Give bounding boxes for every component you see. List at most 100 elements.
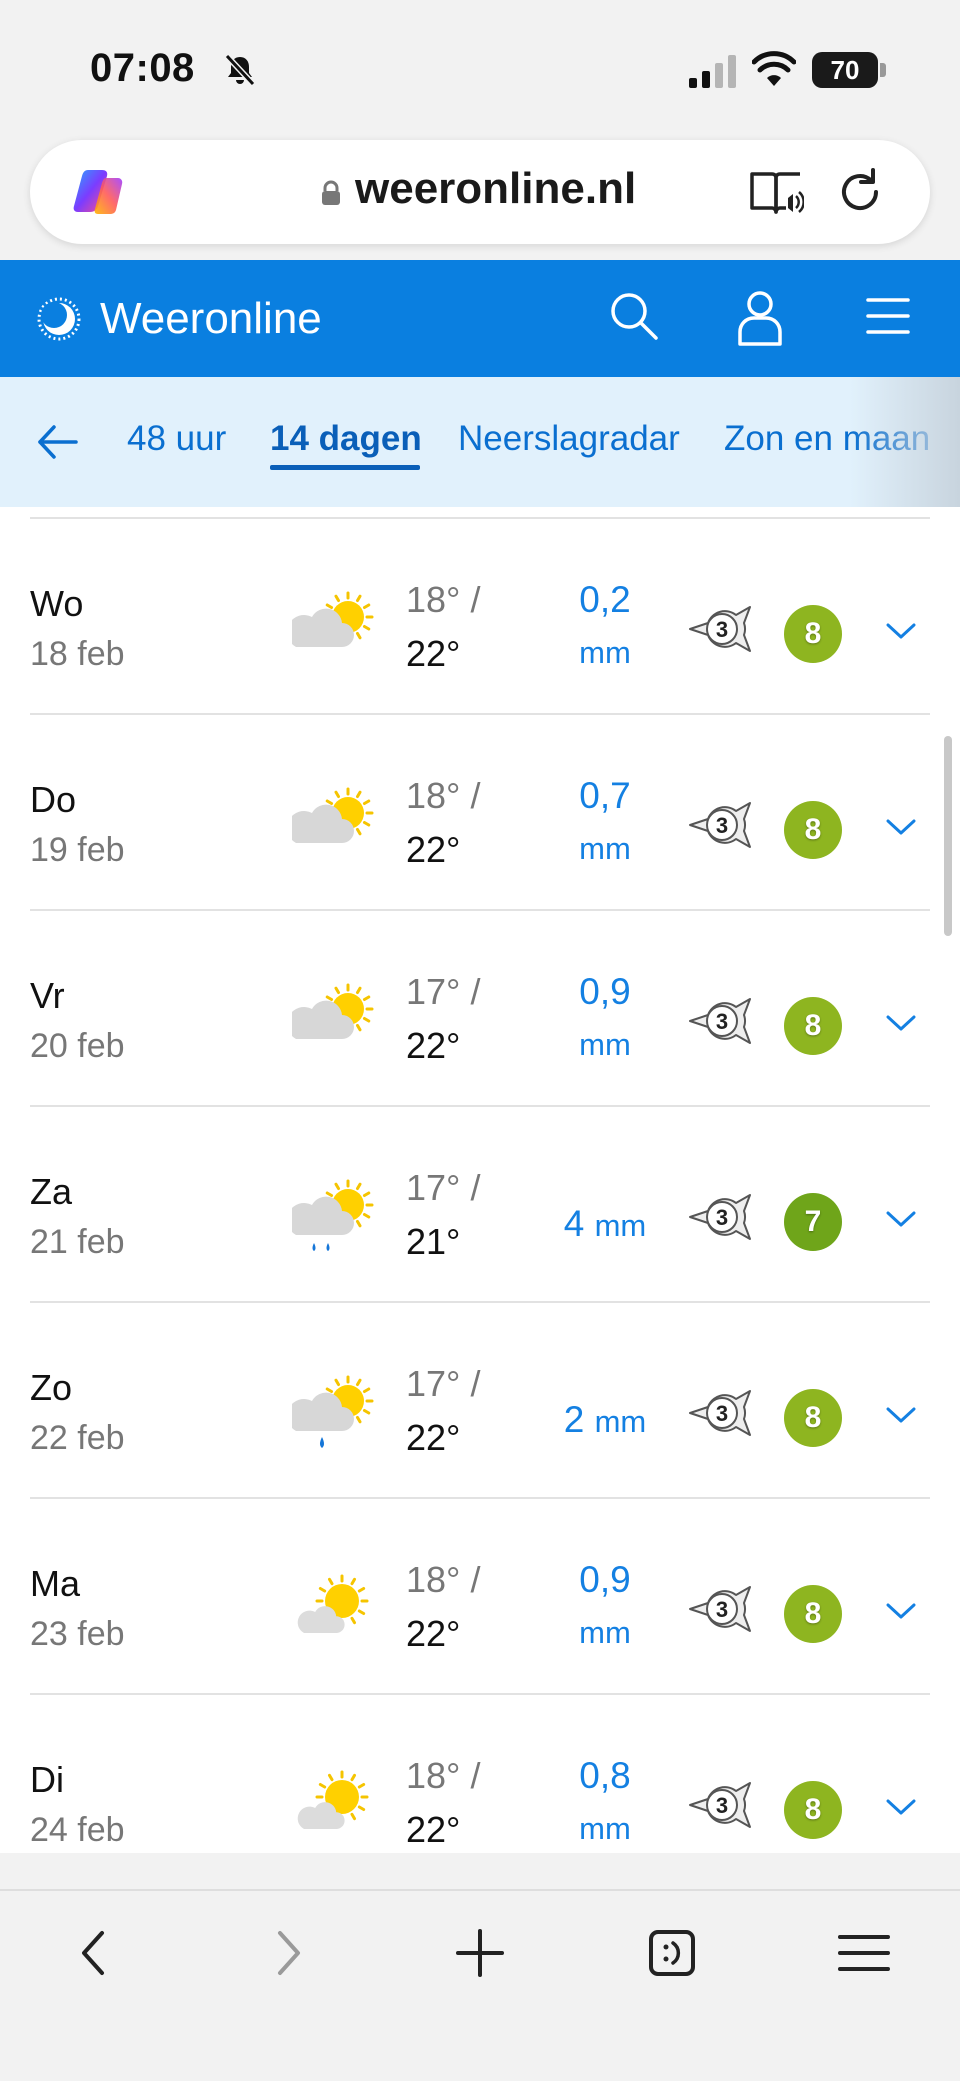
forecast-day-row[interactable]: Do 19 feb 18° / 22° 0,7 mm 3 8	[0, 715, 960, 911]
precipitation-unit: mm	[579, 1027, 631, 1062]
cellular-signal-icon	[689, 55, 736, 88]
tab-14-dagen[interactable]: 14 dagen	[270, 419, 422, 459]
precipitation-unit: mm	[594, 1208, 647, 1243]
precipitation: 4 mm	[546, 1203, 664, 1245]
reload-icon[interactable]	[834, 166, 886, 218]
site-logo-text[interactable]: Weeronline	[100, 294, 322, 344]
partly-cloudy-icon	[292, 591, 374, 647]
day-date: 22 feb	[30, 1419, 125, 1457]
new-tab-icon[interactable]	[448, 1921, 512, 1985]
hamburger-menu-icon[interactable]	[864, 294, 912, 338]
wind-force-value: 3	[716, 813, 728, 838]
wind-force-value: 3	[716, 1009, 728, 1034]
forecast-day-row[interactable]: Wo 18 feb 18° / 22° 0,2 mm 3 8	[0, 519, 960, 715]
search-icon[interactable]	[606, 288, 662, 344]
partly-cloudy-icon	[292, 983, 374, 1039]
partly-cloudy-icon	[292, 787, 374, 843]
wind-force-value: 3	[716, 617, 728, 642]
day-name: Di	[30, 1759, 64, 1800]
day-date: 18 feb	[30, 635, 125, 673]
day-name: Wo	[30, 583, 84, 624]
status-bar: 07:08 70	[0, 0, 960, 130]
temp-max: 22°	[406, 1613, 461, 1654]
precipitation-value: 2	[563, 1399, 585, 1440]
day-date: 24 feb	[30, 1811, 125, 1849]
temp-max: 22°	[406, 1417, 461, 1458]
day-name: Ma	[30, 1563, 81, 1604]
day-date: 20 feb	[30, 1027, 125, 1065]
temp-max: 22°	[406, 829, 461, 870]
precipitation: 0,9 mm	[546, 971, 664, 1063]
precipitation-value: 0,8	[579, 1755, 631, 1796]
precipitation-value: 0,2	[579, 579, 631, 620]
chevron-down-icon[interactable]	[884, 1599, 918, 1623]
day-name: Zo	[30, 1367, 73, 1408]
forecast-day-row[interactable]: Vr 20 feb 17° / 22° 0,9 mm 3 8	[0, 911, 960, 1107]
sun-cloud-rain-icon	[292, 1179, 374, 1251]
temp-min: 18° /	[406, 1559, 481, 1600]
wind-direction-icon: 3	[689, 1390, 751, 1436]
precipitation: 0,9 mm	[546, 1559, 664, 1651]
tabs-icon[interactable]	[640, 1921, 704, 1985]
chevron-down-icon[interactable]	[884, 815, 918, 839]
forecast-day-row[interactable]: Zo 22 feb 17° / 22° 2 mm 3 8	[0, 1303, 960, 1499]
precipitation-value: 0,9	[579, 971, 631, 1012]
wind-force-value: 3	[716, 1205, 728, 1230]
forecast-day-row[interactable]: Za 21 feb 17° / 21° 4 mm 3 7	[0, 1107, 960, 1303]
menu-icon[interactable]	[832, 1921, 896, 1985]
precipitation-unit: mm	[579, 635, 631, 670]
address-bar[interactable]: weeronline.nl	[30, 140, 930, 244]
precipitation: 0,2 mm	[546, 579, 664, 671]
chevron-down-icon[interactable]	[884, 619, 918, 643]
temp-min: 18° /	[406, 775, 481, 816]
temp-max: 22°	[406, 1809, 461, 1850]
wind-direction-icon: 3	[689, 1194, 751, 1240]
copilot-icon[interactable]	[70, 164, 126, 220]
precipitation: 0,8 mm	[546, 1755, 664, 1847]
weather-score-badge: 8	[784, 997, 842, 1055]
precipitation-value: 0,9	[579, 1559, 631, 1600]
tab-48-uur[interactable]: 48 uur	[127, 419, 226, 459]
chevron-down-icon[interactable]	[884, 1795, 918, 1819]
chevron-down-icon[interactable]	[884, 1403, 918, 1427]
wind-direction-icon: 3	[689, 606, 751, 652]
back-arrow-icon[interactable]	[36, 423, 80, 461]
lock-icon	[322, 180, 340, 205]
browser-toolbar	[0, 1889, 960, 2081]
wifi-icon	[752, 51, 796, 86]
temp-max: 21°	[406, 1221, 461, 1262]
temp-min: 18° /	[406, 579, 481, 620]
url-text[interactable]: weeronline.nl	[355, 164, 636, 214]
precipitation-unit: mm	[579, 1615, 631, 1650]
temp-min: 18° /	[406, 1755, 481, 1796]
tabs-scroll-fade	[850, 377, 960, 507]
precipitation-unit: mm	[579, 1811, 631, 1846]
forecast-day-row[interactable]: Ma 23 feb 18° / 22° 0,9 mm 3 8	[0, 1499, 960, 1695]
weather-score-badge: 8	[784, 1585, 842, 1643]
wind-direction-icon: 3	[689, 998, 751, 1044]
forward-icon[interactable]	[256, 1921, 320, 1985]
reader-mode-icon[interactable]	[748, 166, 804, 218]
forecast-list: Wo 18 feb 18° / 22° 0,2 mm 3 8 Do 19 feb …	[0, 507, 960, 1853]
precipitation-value: 0,7	[579, 775, 631, 816]
tab-neerslagradar[interactable]: Neerslagradar	[458, 419, 680, 459]
status-time: 07:08	[90, 46, 195, 90]
sun-cloud-drizzle-icon	[292, 1375, 374, 1448]
wind-direction-icon: 3	[689, 802, 751, 848]
battery-icon: 70	[812, 52, 878, 88]
day-name: Do	[30, 779, 77, 820]
weather-score-badge: 8	[784, 801, 842, 859]
precipitation: 0,7 mm	[546, 775, 664, 867]
bell-muted-icon	[224, 53, 256, 87]
chevron-down-icon[interactable]	[884, 1207, 918, 1231]
precipitation-value: 4	[563, 1203, 585, 1244]
scrollbar[interactable]	[944, 736, 952, 936]
weeronline-logo-icon[interactable]	[34, 294, 84, 344]
chevron-down-icon[interactable]	[884, 1011, 918, 1035]
back-icon[interactable]	[62, 1921, 126, 1985]
mostly-sunny-icon	[297, 1770, 369, 1829]
weather-score-badge: 8	[784, 1781, 842, 1839]
user-account-icon[interactable]	[736, 288, 784, 346]
forecast-day-row[interactable]: Di 24 feb 18° / 22° 0,8 mm 3 8	[0, 1695, 960, 1853]
day-name: Vr	[30, 975, 65, 1016]
